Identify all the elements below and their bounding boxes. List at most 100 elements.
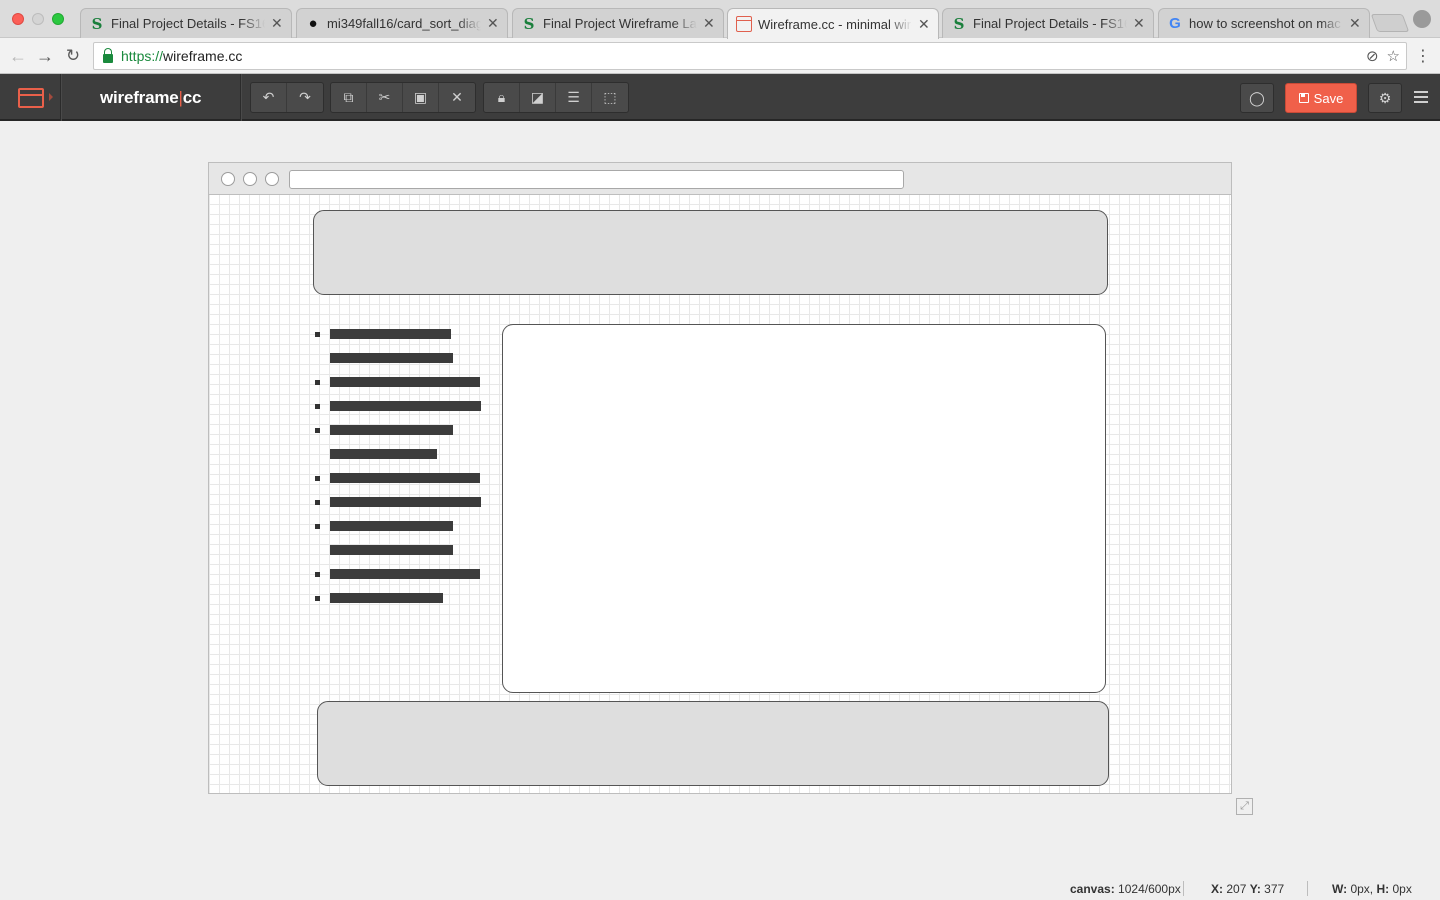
github-icon: ● — [308, 15, 318, 32]
duplicate-icon[interactable]: ⧉ — [331, 83, 367, 112]
close-icon[interactable]: ✕ — [271, 15, 283, 32]
new-tab-button[interactable] — [1370, 14, 1410, 32]
floppy-icon — [1298, 93, 1309, 103]
url-host: wireframe.cc — [163, 48, 243, 64]
wireframe-canvas[interactable] — [208, 162, 1232, 794]
wireframe-header-box[interactable] — [313, 210, 1108, 295]
y-value: 377 — [1264, 882, 1285, 896]
h-value: 0px — [1392, 882, 1412, 896]
settings-icon[interactable]: ⚙ — [1368, 83, 1402, 113]
close-icon[interactable]: ✕ — [918, 16, 930, 33]
tab-title: Final Project Details - FS16- — [973, 16, 1127, 31]
comment-icon[interactable]: ◯ — [1240, 83, 1274, 113]
toolbar-divider — [60, 74, 61, 121]
list-item — [313, 521, 493, 545]
wireframe-bullet-list[interactable] — [313, 329, 493, 617]
browser-tab[interactable]: S Final Project Details - FS16- ✕ — [942, 8, 1154, 38]
h-label: H: — [1376, 882, 1390, 896]
caret-right-icon — [49, 93, 53, 101]
tab-title: mi349fall16/card_sort_diagr — [327, 16, 481, 31]
tab-title: Wireframe.cc - minimal wire — [758, 16, 912, 32]
align-icon[interactable]: ☰ — [556, 83, 592, 112]
delete-icon[interactable]: ✕ — [439, 83, 475, 112]
undo-icon[interactable]: ↶ — [251, 83, 287, 112]
browser-tab[interactable]: ● mi349fall16/card_sort_diagr ✕ — [296, 8, 508, 38]
list-item — [313, 329, 493, 353]
browser-tab-strip: S Final Project Details - FS16- ✕ ● mi34… — [0, 0, 1440, 39]
wireframe-icon — [736, 16, 752, 32]
save-button[interactable]: Save — [1285, 83, 1357, 113]
brand-suffix: cc — [182, 88, 202, 107]
tab-title: Final Project Wireframe Lab — [543, 16, 697, 31]
list-item — [313, 497, 493, 521]
browser-navbar: ← → ↻ https://wireframe.cc ⊘ ☆ ⋮ — [0, 38, 1440, 74]
stencil-menu-icon[interactable] — [18, 88, 44, 108]
expand-icon[interactable]: ⤢ — [1236, 798, 1253, 815]
list-item — [313, 377, 493, 401]
frame-address-bar — [289, 170, 904, 189]
brand-main: wireframe — [100, 88, 179, 107]
browser-tab[interactable]: S Final Project Wireframe Lab ✕ — [512, 8, 724, 38]
profile-icon[interactable] — [1413, 10, 1431, 28]
history-toolbar-group: ↶ ↷ — [250, 82, 324, 113]
address-bar[interactable]: https://wireframe.cc ⊘ ☆ — [93, 42, 1407, 70]
frame-dot — [243, 172, 257, 186]
browser-tab-active[interactable]: Wireframe.cc - minimal wire ✕ — [727, 8, 939, 39]
toolbar-divider — [240, 74, 241, 121]
google-icon: G — [1169, 15, 1181, 32]
close-icon[interactable]: ✕ — [487, 15, 499, 32]
back-arrow-icon[interactable]: ← — [6, 44, 30, 68]
status-divider — [1183, 881, 1184, 896]
w-value: 0px, — [1350, 882, 1374, 896]
app-logo: wireframe|cc — [100, 88, 201, 108]
window-maximize-button[interactable] — [52, 13, 64, 25]
close-icon[interactable]: ✕ — [703, 15, 715, 32]
browser-tab[interactable]: S Final Project Details - FS16- ✕ — [80, 8, 292, 38]
canvas-size-label: canvas: — [1070, 882, 1115, 896]
reload-icon[interactable]: ↻ — [61, 44, 85, 68]
canvas-size-readout: canvas: 1024/600px — [1070, 882, 1181, 896]
x-label: X: — [1211, 882, 1223, 896]
canvas-size-value: 1024/600px — [1118, 882, 1181, 896]
cut-icon[interactable]: ✂ — [367, 83, 403, 112]
lock-icon — [103, 47, 113, 63]
wireframe-footer-box[interactable] — [317, 701, 1109, 786]
list-item — [313, 545, 493, 569]
redo-icon[interactable]: ↷ — [287, 83, 323, 112]
s-icon: S — [91, 14, 103, 33]
tab-title: Final Project Details - FS16- — [111, 16, 265, 31]
x-value: 207 — [1226, 882, 1247, 896]
bring-front-icon[interactable]: ◪ — [520, 83, 556, 112]
window-close-button[interactable] — [12, 13, 24, 25]
browser-tab[interactable]: G how to screenshot on mac - ✕ — [1158, 8, 1370, 38]
hamburger-menu-icon[interactable] — [1414, 91, 1428, 106]
close-icon[interactable]: ✕ — [1349, 15, 1361, 32]
w-label: W: — [1332, 882, 1348, 896]
app-toolbar: wireframe|cc ↶ ↷ ⧉ ✂ ▣ ✕ 🔒︎ ◪ ☰ ⬚ ◯ Save… — [0, 74, 1440, 121]
forward-arrow-icon[interactable]: → — [33, 44, 57, 68]
arrange-toolbar-group: 🔒︎ ◪ ☰ ⬚ — [483, 82, 629, 113]
lock-icon[interactable]: 🔒︎ — [484, 83, 520, 112]
list-item — [313, 425, 493, 449]
save-label: Save — [1313, 90, 1344, 106]
group-icon[interactable]: ⬚ — [592, 83, 628, 112]
close-icon[interactable]: ✕ — [1133, 15, 1145, 32]
list-item — [313, 569, 493, 593]
list-item — [313, 401, 493, 425]
status-bar: canvas: 1024/600px X: 207 Y: 377 W: 0px,… — [1050, 880, 1430, 898]
window-minimize-button[interactable] — [32, 13, 44, 25]
translate-icon[interactable]: ⊘ — [1366, 47, 1379, 65]
list-item — [313, 353, 493, 377]
paste-icon[interactable]: ▣ — [403, 83, 439, 112]
url-scheme: https:// — [121, 48, 164, 64]
list-item — [313, 473, 493, 497]
list-item — [313, 449, 493, 473]
canvas-browser-frame — [209, 163, 1231, 195]
more-vert-icon[interactable]: ⋮ — [1415, 46, 1431, 66]
edit-toolbar-group: ⧉ ✂ ▣ ✕ — [330, 82, 476, 113]
star-icon[interactable]: ☆ — [1387, 47, 1400, 65]
selection-size-readout: W: 0px, H: 0px — [1332, 882, 1412, 896]
wireframe-content-box[interactable] — [502, 324, 1106, 693]
frame-dot — [221, 172, 235, 186]
cursor-position-readout: X: 207 Y: 377 — [1211, 882, 1284, 896]
